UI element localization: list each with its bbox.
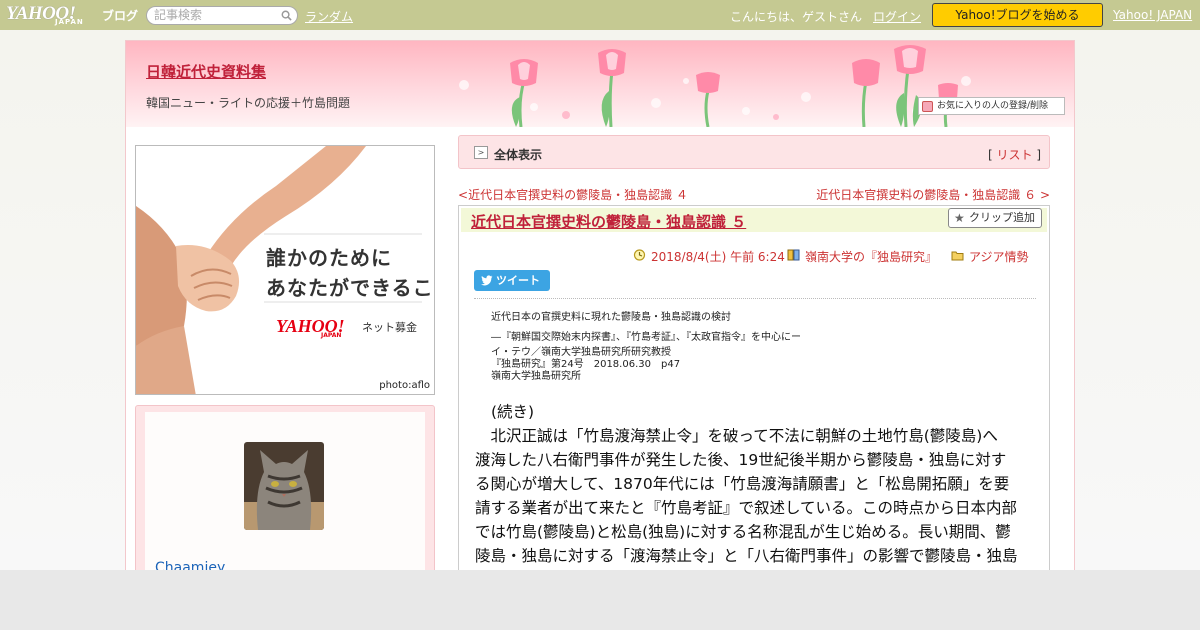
folder-icon — [951, 251, 964, 261]
ad-photo-credit: photo:aflo — [379, 380, 430, 391]
profile-panel: Chaamiey — [135, 405, 435, 570]
body-line: 北沢正誠は「竹島渡海禁止令」を破って不法に朝鮮の土地竹島(鬱陵島)へ — [475, 427, 998, 445]
bottom-area — [0, 570, 1200, 630]
book-icon — [787, 249, 800, 261]
profile-inner: Chaamiey — [145, 412, 425, 570]
body-line: 陵島・独島に対する「渡海禁止令」と「八右衛門事件」の影響で鬱陵島・独島 — [475, 547, 1018, 565]
tweet-button[interactable]: ツイート — [474, 270, 550, 291]
clock-icon — [633, 249, 646, 261]
citation-line: ―『朝鮮国交際始末内探書』、『竹島考証』、『太政官指令』を中心にー — [491, 332, 801, 343]
list-view-control: [ リスト ] — [988, 146, 1041, 163]
article-date-link[interactable]: 2018/8/4(土) 午前 6:24 — [651, 250, 785, 264]
citation-line: イ・テウ／嶺南大学独島研究所研究教授 — [491, 347, 671, 358]
blog-description: 韓国ニュー・ライトの応援＋竹島問題 — [146, 96, 351, 110]
tweet-button-label: ツイート — [496, 274, 540, 287]
yahoo-blog-logo[interactable]: YAHOO! JAPAN ブログ — [6, 3, 141, 27]
view-all-label: 全体表示 — [494, 148, 543, 162]
search-icon[interactable] — [281, 10, 292, 21]
blog-title-link[interactable]: 日韓近代史資料集 — [146, 61, 266, 82]
list-view-link[interactable]: リスト — [996, 148, 1032, 162]
next-article-link[interactable]: 近代日本官撰史料の鬱陵島・独島認識 ６ — [816, 188, 1036, 202]
ad-headline-2: あなたができること — [266, 276, 434, 300]
star-icon: ★ — [954, 211, 965, 225]
twitter-bird-icon — [481, 275, 493, 286]
prev-article-nav: <近代日本官撰史料の鬱陵島・独島認識 ４ — [458, 186, 688, 203]
ad-service-name: ネット募金 — [362, 321, 417, 334]
body-line: る関心が増大して、1870年代には「竹島渡海請願書」と「松島開拓願」を要 — [475, 475, 1010, 493]
divider — [474, 298, 1036, 299]
article-folder-category: アジア情勢 — [951, 248, 1029, 265]
favorite-button-label: お気に入りの人の登録/削除 — [937, 101, 1049, 111]
body-line: 渡海した八右衛門事件が発生した後、19世紀後半期から鬱陵島・独島に対す — [475, 451, 1007, 469]
random-link[interactable]: ランダム — [305, 8, 353, 25]
list-bracket-close: ] — [1036, 148, 1041, 162]
body-line: では竹島(鬱陵島)と松島(独島)に対する名称混乱が生じ始める。長い期間、鬱 — [475, 523, 1011, 541]
view-all-bar: > 全体表示 [ リスト ] — [458, 135, 1050, 169]
clip-add-button[interactable]: ★ クリップ追加 — [948, 208, 1042, 228]
ad-yahoo-logo-sub: JAPAN — [321, 332, 342, 339]
cat-avatar-image — [244, 442, 324, 530]
article-header: 近代日本官撰史料の鬱陵島・独島認識 ５ ★ クリップ追加 — [461, 208, 1047, 232]
arrow-right-icon: > — [474, 146, 488, 159]
article-card: 近代日本官撰史料の鬱陵島・独島認識 ５ ★ クリップ追加 2018/8/4(土)… — [458, 205, 1050, 570]
logo-blog-label: ブログ — [102, 9, 139, 23]
favorite-icon — [922, 101, 933, 112]
citation-line: 嶺南大学独島研究所 — [491, 371, 581, 382]
logo-subtext: JAPAN — [55, 18, 84, 26]
next-article-nav: 近代日本官撰史料の鬱陵島・独島認識 ６ > — [816, 186, 1050, 203]
citation-line: 『独島研究』第24号 2018.06.30 p47 — [491, 359, 681, 370]
clip-button-label: クリップ追加 — [969, 211, 1035, 224]
citation-line: 近代日本の官撰史料に現れた鬱陵島・独島認識の検討 — [491, 312, 731, 323]
article-date: 2018/8/4(土) 午前 6:24 — [633, 248, 785, 265]
favorite-register-button[interactable]: お気に入りの人の登録/削除 — [918, 97, 1065, 115]
blog-header: 日韓近代史資料集 韓国ニュー・ライトの応援＋竹島問題 お気に入りの人の登録/削除 — [126, 41, 1074, 127]
prev-arrow: < — [458, 188, 469, 202]
prev-article-link[interactable]: 近代日本官撰史料の鬱陵島・独島認識 ４ — [468, 188, 688, 202]
book-category-link[interactable]: 嶺南大学の『独島研究』 — [805, 250, 937, 264]
search-placeholder: 記事検索 — [154, 8, 203, 22]
ad-headline-1: 誰かのために — [266, 246, 392, 270]
list-bracket-open: [ — [987, 148, 993, 162]
profile-name-link[interactable]: Chaamiey — [155, 560, 225, 570]
body-line: (続き) — [491, 403, 535, 421]
avatar[interactable] — [244, 442, 324, 530]
yahoo-japan-link[interactable]: Yahoo! JAPAN — [1113, 8, 1192, 22]
guest-greeting: こんにちは、ゲストさん — [730, 10, 863, 24]
body-line: 請する業者が出て来たと『竹島考証』で叙述している。この時点から日本内部 — [475, 499, 1018, 517]
blog-container: 日韓近代史資料集 韓国ニュー・ライトの応援＋竹島問題 お気に入りの人の登録/削除… — [125, 40, 1075, 570]
login-link[interactable]: ログイン — [873, 8, 921, 25]
article-title-link[interactable]: 近代日本官撰史料の鬱陵島・独島認識 ５ — [471, 211, 746, 232]
charity-ad-banner[interactable]: 誰かのために あなたができること YAHOO! JAPAN ネット募金 phot… — [135, 145, 435, 395]
start-blog-button[interactable]: Yahoo!ブログを始める — [932, 3, 1103, 27]
article-book-category: 嶺南大学の『独島研究』 — [787, 248, 937, 265]
folder-category-link[interactable]: アジア情勢 — [969, 250, 1029, 264]
search-input[interactable]: 記事検索 — [146, 6, 298, 25]
next-arrow: > — [1039, 188, 1050, 202]
top-navigation-bar: YAHOO! JAPAN ブログ 記事検索 ランダム こんにちは、ゲストさん ロ… — [0, 0, 1200, 30]
